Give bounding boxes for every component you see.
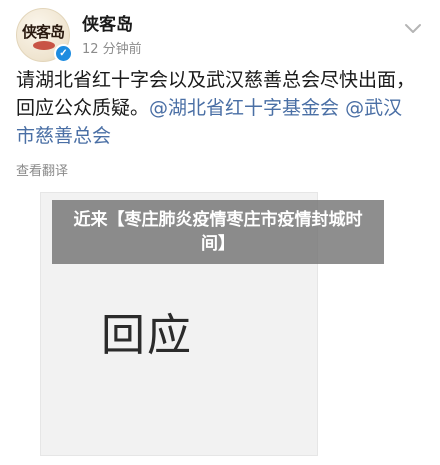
- username[interactable]: 侠客岛: [82, 10, 133, 35]
- avatar-brush-mark: [33, 41, 55, 50]
- post-timestamp: 12 分钟前: [82, 42, 142, 57]
- chevron-down-icon[interactable]: [404, 22, 422, 36]
- overlay-banner: 近来【枣庄肺炎疫情枣庄市疫情封城时间】: [52, 200, 384, 264]
- post-image-title: 回应: [101, 310, 193, 361]
- verified-badge-icon: ✓: [54, 44, 73, 63]
- weibo-post-screen: 侠客岛 ✓ 侠客岛 12 分钟前 请湖北省红十字会以及武汉慈善总会尽快出面，回应…: [0, 0, 440, 465]
- avatar-logo-text: 侠客岛: [21, 23, 65, 41]
- mention-link-red-cross[interactable]: @湖北省红十字基金会: [149, 97, 339, 119]
- post-header: 侠客岛 ✓ 侠客岛 12 分钟前: [16, 8, 424, 63]
- post-body-text: 请湖北省红十字会以及武汉慈善总会尽快出面，回应公众质疑。@湖北省红十字基金会 @…: [16, 66, 420, 150]
- translate-link[interactable]: 查看翻译: [16, 160, 68, 179]
